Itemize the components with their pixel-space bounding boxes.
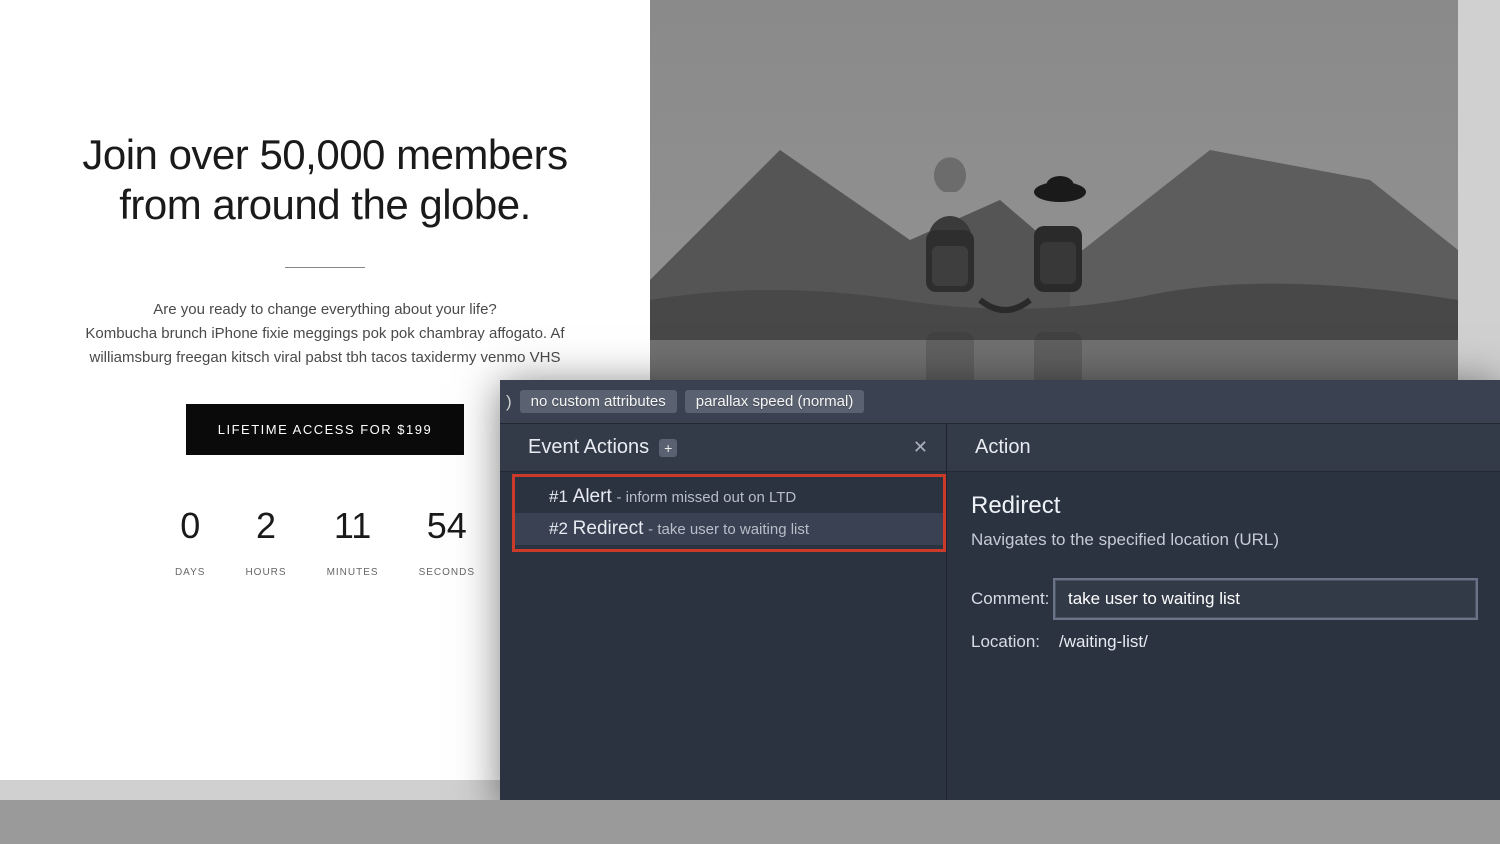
subtext-line-2: Kombucha brunch iPhone fixie meggings po… <box>85 325 564 366</box>
event-actions-list-highlight: #1 Alert - inform missed out on LTD #2 R… <box>512 474 946 552</box>
countdown-hours-value: 2 <box>245 505 286 547</box>
action-header: Action <box>947 424 1500 472</box>
comment-input[interactable] <box>1055 580 1476 618</box>
action-header-title: Action <box>975 436 1031 459</box>
comment-field-row: Comment: <box>971 580 1476 618</box>
event-actions-title: Event Actions <box>528 436 649 459</box>
action-body: Redirect Navigates to the specified loca… <box>947 472 1500 686</box>
countdown-seconds-value: 54 <box>419 505 475 547</box>
countdown-minutes-value: 11 <box>327 505 379 547</box>
countdown-minutes: 11 MINUTES <box>327 505 379 578</box>
headline-divider <box>285 267 365 268</box>
cta-button[interactable]: LIFETIME ACCESS FOR $199 <box>186 404 464 455</box>
pill-no-custom-attributes[interactable]: no custom attributes <box>520 390 677 413</box>
action-detail-column: Action Redirect Navigates to the specifi… <box>947 424 1500 810</box>
countdown-seconds-label: SECONDS <box>419 567 475 578</box>
action-description: Navigates to the specified location (URL… <box>971 530 1476 550</box>
countdown-minutes-label: MINUTES <box>327 567 379 578</box>
canvas-bottom-strip <box>0 800 1500 844</box>
action-desc: - take user to waiting list <box>648 521 809 538</box>
action-type: Alert <box>573 486 612 507</box>
canvas-edge-gutter <box>1458 0 1500 380</box>
editor-panel: ) no custom attributes parallax speed (n… <box>500 380 1500 810</box>
page-headline: Join over 50,000 members from around the… <box>45 130 605 231</box>
tag-paren-close: ) <box>506 392 512 412</box>
event-actions-column: Event Actions + ✕ #1 Alert - inform miss… <box>500 424 947 810</box>
event-actions-header: Event Actions + ✕ <box>500 424 946 472</box>
attribute-tag-bar: ) no custom attributes parallax speed (n… <box>500 380 1500 424</box>
location-field-row: Location: /waiting-list/ <box>971 624 1476 660</box>
location-value[interactable]: /waiting-list/ <box>1055 624 1476 660</box>
subtext-line-1: Are you ready to change everything about… <box>153 301 497 318</box>
countdown-hours: 2 HOURS <box>245 505 286 578</box>
add-action-button[interactable]: + <box>659 439 677 457</box>
countdown-seconds: 54 SECONDS <box>419 505 475 578</box>
action-row-alert[interactable]: #1 Alert - inform missed out on LTD <box>515 481 943 513</box>
action-index: #2 <box>549 519 568 538</box>
action-name: Redirect <box>971 492 1476 520</box>
location-label: Location: <box>971 632 1053 652</box>
close-event-actions-icon[interactable]: ✕ <box>913 437 928 458</box>
comment-label: Comment: <box>971 589 1053 609</box>
countdown-days-label: DAYS <box>175 567 206 578</box>
action-desc: - inform missed out on LTD <box>616 489 796 506</box>
action-index: #1 <box>549 487 568 506</box>
action-type: Redirect <box>573 518 644 539</box>
countdown: 0 DAYS 2 HOURS 11 MINUTES 54 SECONDS <box>175 505 475 578</box>
countdown-days: 0 DAYS <box>175 505 206 578</box>
subtext: Are you ready to change everything about… <box>65 298 585 370</box>
countdown-hours-label: HOURS <box>245 567 286 578</box>
countdown-days-value: 0 <box>175 505 206 547</box>
pill-parallax-speed[interactable]: parallax speed (normal) <box>685 390 865 413</box>
editor-columns: Event Actions + ✕ #1 Alert - inform miss… <box>500 424 1500 810</box>
action-row-redirect[interactable]: #2 Redirect - take user to waiting list <box>515 513 943 545</box>
